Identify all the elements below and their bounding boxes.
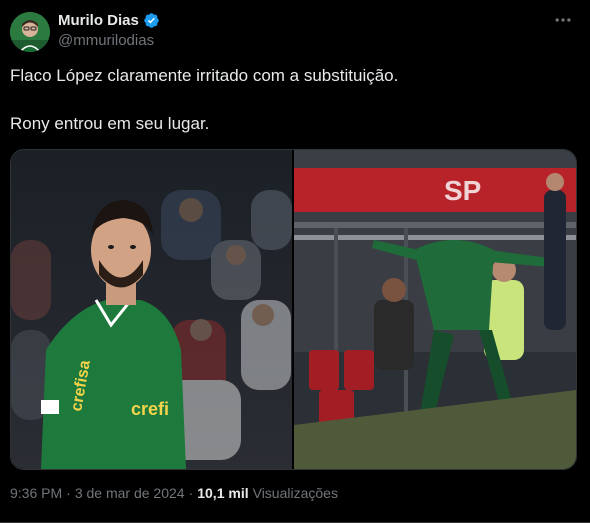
views-label: Visualizações	[252, 485, 338, 501]
tweet-line-1: Flaco López claramente irritado com a su…	[10, 66, 399, 85]
substitution-photo[interactable]: SP	[294, 150, 576, 469]
tweet-line-2: Rony entrou em seu lugar.	[10, 114, 210, 133]
svg-text:SP: SP	[444, 175, 481, 206]
tweet-media: crefisa crefi SP	[10, 149, 577, 470]
verified-badge-icon	[144, 13, 159, 28]
tweet-time[interactable]: 9:36 PM	[10, 485, 62, 501]
svg-text:crefi: crefi	[131, 399, 169, 419]
tweet-text: Flaco López claramente irritado com a su…	[10, 64, 570, 136]
author-name[interactable]: Murilo Dias	[58, 12, 160, 29]
player-photo[interactable]: crefisa crefi	[11, 150, 292, 469]
person-avatar-icon	[10, 12, 50, 52]
tweet-meta: 9:36 PM · 3 de mar de 2024 · 10,1 mil Vi…	[10, 485, 338, 501]
author-avatar[interactable]	[10, 12, 50, 52]
more-options-icon[interactable]	[548, 10, 578, 30]
author-handle[interactable]: @mmurilodias	[58, 32, 154, 49]
meta-separator: ·	[188, 485, 194, 501]
views-count: 10,1 mil	[197, 485, 249, 501]
tweet-date[interactable]: 3 de mar de 2024	[75, 485, 185, 501]
meta-separator: ·	[66, 485, 71, 501]
author-name-text: Murilo Dias	[58, 12, 139, 29]
